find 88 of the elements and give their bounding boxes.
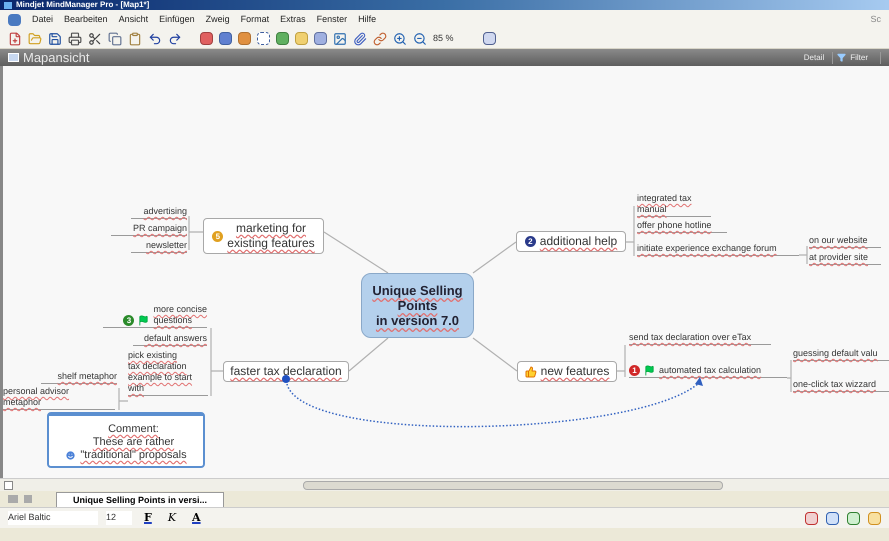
subtopic[interactable]: default answers bbox=[133, 333, 207, 346]
subtopic-text: initiate experience exchange forum bbox=[637, 243, 777, 254]
subtopic-text: more concise questions bbox=[153, 304, 207, 326]
horizontal-scrollbar[interactable] bbox=[0, 478, 889, 491]
subtopic[interactable]: advertising bbox=[131, 206, 187, 219]
subtopic-text: personal advisor metaphor bbox=[3, 386, 70, 408]
save-icon[interactable] bbox=[48, 32, 62, 46]
subtopic-text: send tax declaration over eTax bbox=[629, 332, 752, 343]
print-icon[interactable] bbox=[68, 32, 82, 46]
format-button[interactable]: A bbox=[188, 510, 205, 526]
subtopic-text: integrated tax manual bbox=[637, 193, 692, 215]
subtopic[interactable]: PR campaign bbox=[111, 223, 187, 236]
app-icon bbox=[4, 2, 12, 8]
menu-item[interactable]: Zweig bbox=[206, 12, 230, 26]
menu-item[interactable]: Hilfe bbox=[358, 12, 376, 26]
map-tab[interactable]: Unique Selling Points in versi... bbox=[56, 492, 224, 507]
thumbs-up-icon bbox=[524, 366, 537, 378]
window-title: Mindjet MindManager Pro - [Map1*] bbox=[16, 0, 150, 10]
font-field[interactable]: Ariel Baltic bbox=[8, 511, 98, 525]
scissors-icon[interactable] bbox=[88, 32, 102, 46]
subtopic[interactable]: offer phone hotline bbox=[637, 220, 727, 233]
topic-text: faster tax declaration bbox=[230, 364, 342, 379]
subtopic-text: automated tax calculation bbox=[659, 365, 762, 376]
new-file-icon[interactable] bbox=[8, 32, 22, 46]
subtopic-text: offer phone hotline bbox=[637, 220, 712, 231]
format-button[interactable]: K bbox=[164, 510, 180, 526]
central-topic-text: Unique Selling Points in version 7.0 bbox=[372, 283, 463, 328]
image-icon[interactable] bbox=[333, 32, 347, 46]
zoom-in-icon[interactable] bbox=[393, 32, 407, 46]
subtopic[interactable]: one-click tax wizzard bbox=[793, 379, 889, 392]
subtopic[interactable]: pick existing tax declaration example to start with bbox=[128, 350, 208, 396]
redo-icon[interactable] bbox=[168, 32, 182, 46]
menu-item[interactable]: Bearbeiten bbox=[64, 12, 108, 26]
smiley-icon bbox=[65, 450, 76, 461]
subtopic-text: PR campaign bbox=[132, 223, 187, 234]
subtopic[interactable]: shelf metaphor bbox=[41, 371, 117, 384]
topic-text: marketing for existing features bbox=[227, 221, 315, 251]
paperclip-icon[interactable] bbox=[353, 32, 367, 46]
priority-badge: 1 bbox=[629, 365, 640, 376]
subtopic[interactable]: send tax declaration over eTax bbox=[629, 332, 771, 345]
topic-box[interactable]: faster tax declaration bbox=[223, 361, 349, 382]
paste-icon[interactable] bbox=[128, 32, 142, 46]
topic-box[interactable]: 2 additional help bbox=[516, 231, 626, 252]
subtopic[interactable]: integrated tax manual bbox=[637, 193, 711, 217]
priority-badge: 3 bbox=[123, 315, 134, 326]
subtopic[interactable]: at provider site bbox=[809, 252, 881, 265]
menu-item[interactable]: Extras bbox=[280, 12, 306, 26]
topic-box[interactable]: new features bbox=[517, 361, 617, 382]
subtopic-text: guessing default valu bbox=[793, 348, 878, 359]
scroll-left-icon[interactable] bbox=[4, 480, 13, 490]
subtopic[interactable]: 1 automated tax calculation bbox=[629, 365, 787, 378]
zoom-field[interactable]: 85 % bbox=[433, 32, 477, 46]
topic-text: new features bbox=[540, 364, 610, 379]
subtopic-text: one-click tax wizzard bbox=[793, 379, 876, 390]
central-topic[interactable]: Unique Selling Points in version 7.0 bbox=[361, 273, 474, 338]
menu-item[interactable]: Datei bbox=[32, 12, 54, 26]
menu-item[interactable]: Ansicht bbox=[118, 12, 148, 26]
subtopic-text: at provider site bbox=[809, 252, 868, 263]
subtopic-text: newsletter bbox=[146, 240, 187, 251]
subtopic[interactable]: personal advisor metaphor bbox=[3, 386, 115, 410]
view-title[interactable]: Mapansicht bbox=[23, 49, 90, 66]
priority-badge: 5 bbox=[212, 230, 224, 242]
topic-text: additional help bbox=[540, 234, 618, 249]
subtopic-text: shelf metaphor bbox=[57, 371, 117, 382]
copy-icon[interactable] bbox=[108, 32, 122, 46]
font-size-field[interactable]: 12 bbox=[106, 511, 132, 525]
menu-item[interactable]: Format bbox=[240, 12, 270, 26]
subtopic-text: default answers bbox=[144, 333, 207, 344]
subtopic[interactable]: initiate experience exchange forum bbox=[637, 243, 799, 256]
view-icon bbox=[8, 53, 19, 62]
subtopic[interactable]: guessing default valu bbox=[793, 348, 889, 361]
menu-item[interactable]: Einfügen bbox=[159, 12, 195, 26]
detail-button[interactable]: Detail bbox=[796, 52, 834, 64]
subtopic-text: pick existing tax declaration example to start with bbox=[128, 350, 192, 394]
filter-button[interactable]: Filter bbox=[850, 52, 881, 64]
format-button[interactable]: F bbox=[140, 510, 156, 526]
link-icon[interactable] bbox=[373, 32, 387, 46]
subtopic[interactable]: 3 more concise questions bbox=[103, 304, 207, 328]
subtopic-text: on our website bbox=[809, 235, 868, 246]
menu-item[interactable]: Fenster bbox=[316, 12, 348, 26]
subtopic[interactable]: on our website bbox=[809, 235, 881, 248]
priority-badge: 2 bbox=[524, 236, 536, 247]
subtopic[interactable]: newsletter bbox=[131, 240, 187, 253]
comment-text: Comment: These are rather "traditional" proposals bbox=[80, 423, 187, 462]
undo-icon[interactable] bbox=[148, 32, 162, 46]
subtopic-text: advertising bbox=[143, 206, 187, 217]
zoom-out-icon[interactable] bbox=[413, 32, 427, 46]
filter-icon[interactable] bbox=[837, 53, 846, 62]
